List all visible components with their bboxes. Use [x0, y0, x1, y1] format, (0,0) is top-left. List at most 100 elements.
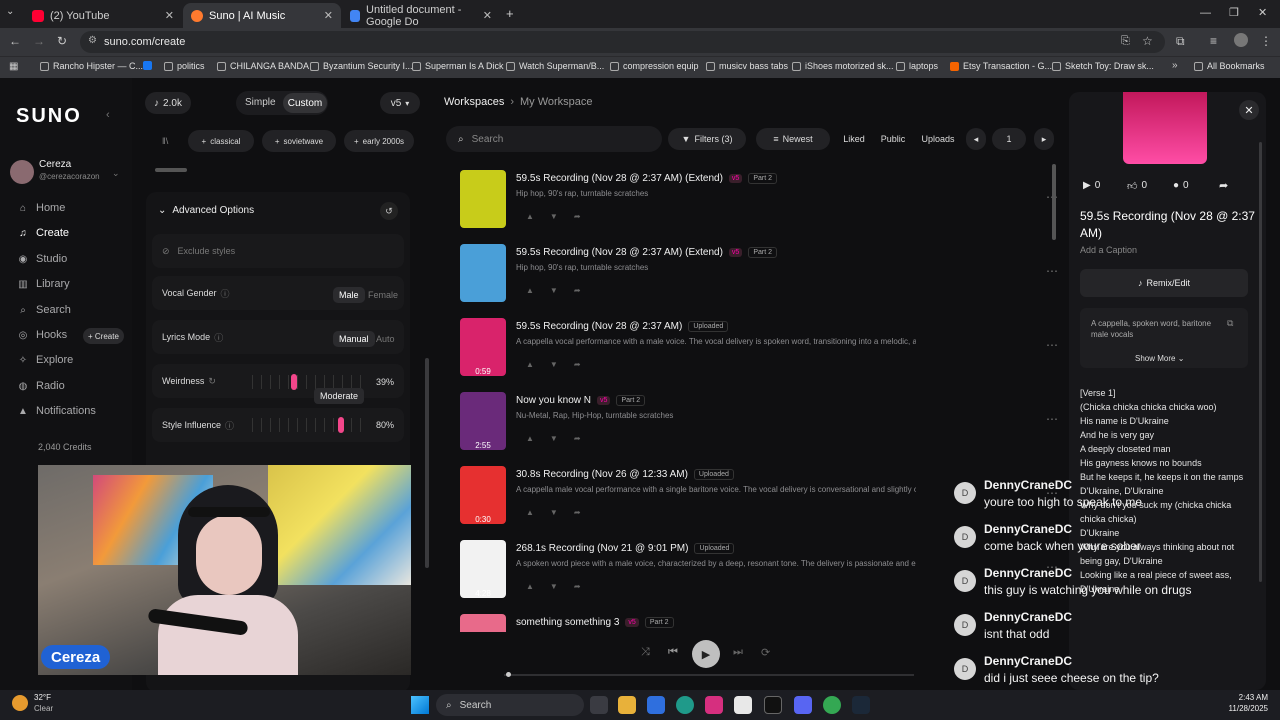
thumbs-up-icon[interactable]: ▲ [526, 212, 550, 221]
thumbs-down-icon[interactable]: ▼ [550, 508, 574, 517]
lyrics-auto-option[interactable]: Auto [370, 331, 401, 347]
new-tab-icon[interactable]: + [506, 6, 514, 21]
taskbar-search[interactable]: ⌕ Search [436, 694, 584, 716]
hooks-create-button[interactable]: + Create [83, 328, 124, 344]
sidebar-item-library[interactable]: ▥ Library [18, 278, 69, 290]
song-list-scrollbar[interactable] [1052, 164, 1056, 240]
share-icon[interactable]: ➦ [574, 508, 597, 517]
thumbs-down-icon[interactable]: ▼ [550, 434, 574, 443]
bookmark-item[interactable] [143, 61, 152, 70]
tab-youtube[interactable]: (2) YouTube ✕ [24, 3, 182, 28]
sidebar-item-radio[interactable]: ◍ Radio [18, 380, 65, 392]
url-field[interactable]: ⚙ suno.com/create [80, 31, 1165, 53]
uploads-filter[interactable]: Uploads [916, 128, 960, 150]
sidebar-item-create[interactable]: ♫ Create [18, 227, 69, 239]
song-row[interactable]: 0:59 59.5s Recording (Nov 28 @ 2:37 AM) Up… [460, 318, 1060, 392]
copilot-icon[interactable] [647, 696, 665, 714]
apps-grid-icon[interactable]: ▦ [9, 61, 18, 72]
thumbs-down-icon[interactable]: ▼ [550, 360, 574, 369]
song-thumbnail[interactable] [460, 170, 506, 228]
share-icon[interactable]: ➦ [574, 434, 597, 443]
next-icon[interactable]: ⏭ [733, 646, 743, 659]
song-row[interactable]: 2:55 Now you know N v5 Part 2 Nu-Metal, Rap,… [460, 392, 1060, 466]
lyrics-manual-option[interactable]: Manual [333, 331, 375, 347]
breadcrumb-my-workspace[interactable]: My Workspace [520, 96, 593, 108]
song-thumbnail[interactable]: 0:30 [460, 466, 506, 524]
tab-suno[interactable]: Suno | AI Music ✕ [183, 3, 341, 28]
song-row[interactable]: 59.5s Recording (Nov 28 @ 2:37 AM) (Exte… [460, 244, 1060, 318]
extensions-icon[interactable]: ⧉ [1176, 34, 1185, 49]
sidebar-item-explore[interactable]: ✧ Explore [18, 354, 74, 366]
search-input[interactable]: ⌕ Search [446, 126, 662, 152]
horizontal-scrollbar[interactable] [155, 168, 187, 172]
vocal-female-option[interactable]: Female [362, 287, 404, 303]
task-view-icon[interactable] [590, 696, 608, 714]
bookmark-item[interactable]: Etsy Transaction - G... [950, 61, 1052, 71]
copy-icon[interactable]: ⧉ [1227, 318, 1233, 329]
prev-page-icon[interactable]: ◂ [966, 128, 986, 150]
liked-filter[interactable]: Liked [838, 128, 870, 150]
x-icon[interactable] [764, 696, 782, 714]
play-button[interactable]: ▶ [692, 640, 720, 668]
more-bookmarks-icon[interactable]: » [1172, 60, 1178, 71]
weirdness-slider-thumb[interactable] [291, 374, 297, 390]
next-page-icon[interactable]: ▸ [1034, 128, 1054, 150]
song-thumbnail[interactable] [460, 244, 506, 302]
suno-logo[interactable]: SUNO [16, 105, 82, 128]
song-title[interactable]: Now you know N [516, 395, 591, 406]
close-window-icon[interactable]: ✕ [1258, 6, 1267, 19]
discord-icon[interactable] [794, 696, 812, 714]
bookmark-item[interactable]: laptops [896, 61, 938, 71]
song-tag-chip[interactable]: Part 2 [748, 247, 778, 258]
chevron-down-icon[interactable]: ⌄ [112, 168, 120, 179]
song-title[interactable]: 268.1s Recording (Nov 21 @ 9:01 PM) [516, 543, 688, 554]
sidebar-item-hooks[interactable]: ◎ Hooks [18, 329, 68, 341]
share-icon[interactable]: ➦ [574, 286, 597, 295]
play-count[interactable]: ▶ 0 [1083, 180, 1100, 191]
close-tab-icon[interactable]: ✕ [165, 9, 174, 22]
thumbs-up-icon[interactable]: ▲ [526, 286, 550, 295]
bookmark-item[interactable]: Rancho Hipster — C... [40, 61, 143, 71]
song-tag-chip[interactable]: Uploaded [693, 469, 734, 480]
filters-button[interactable]: ▼ Filters (3) [668, 128, 746, 150]
tab-google-docs[interactable]: Untitled document - Google Do ✕ [342, 3, 500, 28]
more-options-icon[interactable]: ⋯ [1046, 264, 1058, 278]
song-row[interactable]: 59.5s Recording (Nov 28 @ 2:37 AM) (Exte… [460, 170, 1060, 244]
mode-simple[interactable]: Simple [245, 97, 276, 108]
comment-count[interactable]: ● 0 [1173, 180, 1189, 191]
credits-pill[interactable]: ♪ 2.0k [145, 92, 191, 114]
exclude-styles-field[interactable]: ⊘ Exclude styles [152, 234, 404, 268]
share-icon[interactable]: ➦ [574, 360, 597, 369]
thumbs-up-icon[interactable]: ▲ [526, 582, 550, 591]
song-tag-chip[interactable]: Part 2 [748, 173, 778, 184]
shuffle-icon[interactable]: ⤨ [641, 646, 650, 659]
profile-avatar[interactable] [1234, 33, 1248, 47]
song-tag-chip[interactable]: Part 2 [644, 617, 674, 628]
thumbs-up-icon[interactable]: ▲ [526, 508, 550, 517]
file-explorer-icon[interactable] [618, 696, 636, 714]
share-icon[interactable]: ➦ [574, 212, 597, 221]
progress-track[interactable] [504, 674, 914, 676]
show-more-button[interactable]: Show More ⌄ [1135, 354, 1184, 363]
sidebar-item-studio[interactable]: ◉ Studio [18, 253, 68, 265]
progress-handle[interactable] [506, 672, 511, 677]
steam-icon[interactable] [852, 696, 870, 714]
thumbs-up-icon[interactable]: ▲ [526, 434, 550, 443]
previous-icon[interactable]: ⏮ [668, 646, 678, 659]
song-title[interactable]: 30.8s Recording (Nov 26 @ 12:33 AM) [516, 469, 688, 480]
bookmark-item[interactable]: Byzantium Security I... [310, 61, 413, 71]
tab-list-icon[interactable]: ⌄ [6, 6, 14, 17]
mode-custom[interactable]: Custom [283, 93, 327, 113]
more-options-icon[interactable]: ⋯ [1046, 338, 1058, 352]
thumbs-down-icon[interactable]: ▼ [550, 212, 574, 221]
close-tab-icon[interactable]: ✕ [483, 9, 492, 22]
song-title[interactable]: 59.5s Recording (Nov 28 @ 2:37 AM) [516, 321, 682, 332]
like-count[interactable]: 👍︎ 0 [1127, 180, 1147, 192]
add-caption[interactable]: Add a Caption [1080, 245, 1137, 255]
back-icon[interactable]: ← [9, 34, 21, 48]
vocal-male-option[interactable]: Male [333, 287, 365, 303]
media-icon[interactable]: ≡ [1210, 34, 1217, 48]
sort-button[interactable]: ≡ Newest [756, 128, 830, 150]
create-panel-scrollbar[interactable] [425, 358, 429, 568]
bookmark-item[interactable]: Watch Superman/B... [506, 61, 604, 71]
